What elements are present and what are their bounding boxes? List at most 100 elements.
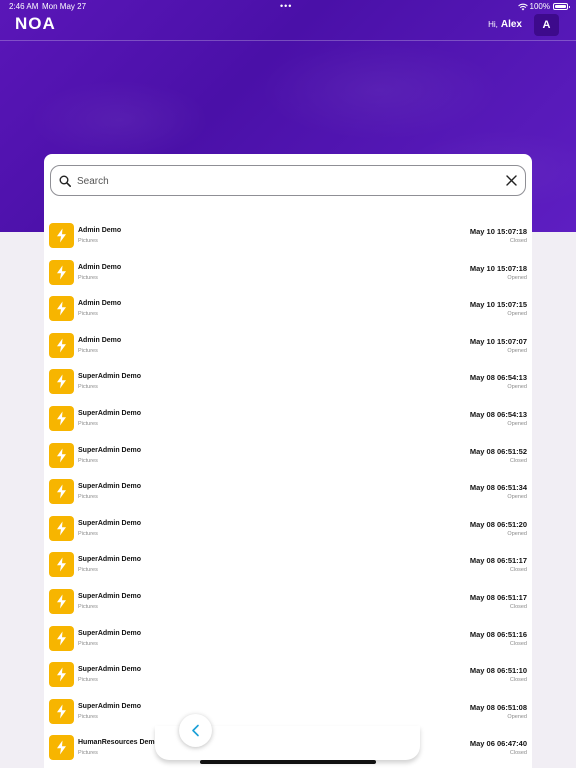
item-title: HumanResources Demo: [78, 739, 159, 747]
battery-icon: [553, 3, 570, 10]
item-subtitle: Pictures: [78, 457, 98, 464]
item-date: May 08 06:54:13: [469, 373, 527, 383]
lightning-bolt-icon: [49, 332, 74, 358]
item-status: Closed: [509, 677, 527, 684]
lightning-bolt-icon: [49, 442, 74, 468]
lightning-bolt-icon: [49, 515, 74, 541]
item-status: Opened: [507, 530, 527, 537]
item-date: May 08 06:51:16: [469, 629, 527, 639]
item-subtitle: Pictures: [78, 677, 98, 684]
item-title: Admin Demo: [78, 336, 122, 344]
item-title: Admin Demo: [78, 300, 122, 308]
list-item[interactable]: SuperAdmin Demo Pictures May 08 06:54:13 Op…: [44, 401, 532, 438]
home-indicator: [200, 760, 376, 764]
lightning-bolt-icon: [49, 296, 74, 322]
item-title: Admin Demo: [78, 263, 122, 271]
list-item[interactable]: SuperAdmin Demo Pictures May 08 06:51:17 Cl…: [44, 584, 532, 621]
item-title: SuperAdmin Demo: [78, 702, 142, 710]
header-divider: [0, 40, 576, 41]
item-subtitle: Pictures: [78, 494, 98, 501]
item-title: SuperAdmin Demo: [78, 483, 142, 491]
search-bar: [50, 165, 526, 196]
item-status: Closed: [509, 640, 527, 647]
avatar[interactable]: A: [534, 14, 559, 36]
user-greeting: Hi, Alex: [488, 19, 522, 30]
item-date: May 10 15:07:18: [469, 263, 527, 273]
item-date: May 08 06:51:52: [469, 446, 527, 456]
list-item[interactable]: SuperAdmin Demo Pictures May 08 06:51:34 Op…: [44, 474, 532, 511]
item-date: May 08 06:51:08: [469, 702, 527, 712]
item-subtitle: Pictures: [78, 530, 98, 537]
item-date: May 10 15:07:07: [469, 336, 527, 346]
item-date: May 06 06:47:40: [469, 739, 527, 749]
item-subtitle: Pictures: [78, 238, 98, 244]
item-subtitle: Pictures: [78, 274, 98, 281]
item-title: SuperAdmin Demo: [78, 592, 142, 600]
list-item[interactable]: Admin Demo Pictures May 10 15:07:18 Opened: [44, 255, 532, 292]
item-subtitle: Pictures: [78, 750, 98, 757]
item-title: Admin Demo: [78, 227, 122, 234]
list-item[interactable]: SuperAdmin Demo Pictures May 08 06:51:10 Cl…: [44, 657, 532, 694]
item-date: May 08 06:54:13: [469, 409, 527, 419]
status-date: Mon May 27: [42, 2, 87, 11]
item-status: Opened: [507, 713, 527, 720]
item-date: May 10 15:07:18: [469, 227, 527, 236]
lightning-bolt-icon: [49, 259, 74, 285]
lightning-bolt-icon: [49, 698, 74, 724]
item-status: Opened: [507, 274, 527, 281]
list-item[interactable]: Admin Demo Pictures May 10 15:07:15 Opened: [44, 291, 532, 328]
item-title: SuperAdmin Demo: [78, 629, 142, 637]
item-subtitle: Pictures: [78, 567, 98, 574]
list-item[interactable]: SuperAdmin Demo Pictures May 08 06:51:17 Cl…: [44, 547, 532, 584]
search-input[interactable]: [77, 173, 497, 189]
greeting-text: Hi,: [488, 20, 498, 29]
wifi-icon: [518, 3, 528, 11]
list-item[interactable]: SuperAdmin Demo Pictures May 08 06:54:13 Op…: [44, 364, 532, 401]
item-status: Closed: [509, 457, 527, 464]
lightning-bolt-icon: [49, 552, 74, 578]
back-button[interactable]: [179, 714, 212, 747]
item-status: Opened: [507, 494, 527, 501]
item-date: May 08 06:51:17: [469, 556, 527, 566]
list-item[interactable]: SuperAdmin Demo Pictures May 08 06:51:16 Cl…: [44, 621, 532, 658]
status-time: 2:46 AM: [9, 2, 39, 11]
battery-percent: 100%: [529, 2, 550, 11]
lightning-bolt-icon: [49, 405, 74, 431]
item-title: SuperAdmin Demo: [78, 409, 142, 417]
list-item[interactable]: SuperAdmin Demo Pictures May 08 06:51:20 Op…: [44, 511, 532, 548]
close-icon[interactable]: [506, 175, 517, 186]
item-status: Opened: [507, 420, 527, 427]
status-bar: 2:46 AM Mon May 27 ••• 100%: [0, 0, 576, 14]
item-title: SuperAdmin Demo: [78, 666, 142, 674]
documents-card: Admin DemoPicturesMay 10 15:07:18ClosedA…: [44, 154, 532, 768]
document-list: Admin Demo Pictures May 10 15:07:18 Closed A…: [44, 218, 532, 767]
item-title: SuperAdmin Demo: [78, 446, 142, 454]
item-title: SuperAdmin Demo: [78, 373, 142, 381]
lightning-bolt-icon: [49, 625, 74, 651]
item-subtitle: Pictures: [78, 384, 98, 391]
item-date: May 08 06:51:17: [469, 592, 527, 602]
item-title: SuperAdmin Demo: [78, 556, 142, 564]
item-date: May 08 06:51:20: [469, 519, 527, 529]
item-subtitle: Pictures: [78, 640, 98, 647]
item-subtitle: Pictures: [78, 603, 98, 610]
list-item[interactable]: Admin Demo Pictures May 10 15:07:07 Opened: [44, 328, 532, 365]
list-item[interactable]: SuperAdmin Demo Pictures May 08 06:51:52 Cl…: [44, 438, 532, 475]
user-name: Alex: [500, 19, 522, 30]
item-status: Closed: [509, 238, 527, 244]
app-logo: NOA: [15, 14, 56, 33]
item-status: Closed: [509, 750, 527, 757]
item-subtitle: Pictures: [78, 311, 98, 318]
multitasking-dots[interactable]: •••: [280, 0, 292, 13]
item-status: Opened: [507, 311, 527, 318]
list-item[interactable]: SuperAdmin Demo Pictures May 08 06:51:08 Op…: [44, 694, 532, 731]
chevron-left-icon: [192, 724, 199, 737]
list-item[interactable]: Admin Demo Pictures May 10 15:07:18 Closed: [44, 218, 532, 255]
item-status: Opened: [507, 347, 527, 354]
search-icon: [59, 175, 71, 187]
lightning-bolt-icon: [49, 662, 74, 688]
lightning-bolt-icon: [49, 479, 74, 505]
item-subtitle: Pictures: [78, 347, 98, 354]
item-date: May 10 15:07:15: [469, 300, 527, 310]
lightning-bolt-icon: [49, 223, 74, 248]
